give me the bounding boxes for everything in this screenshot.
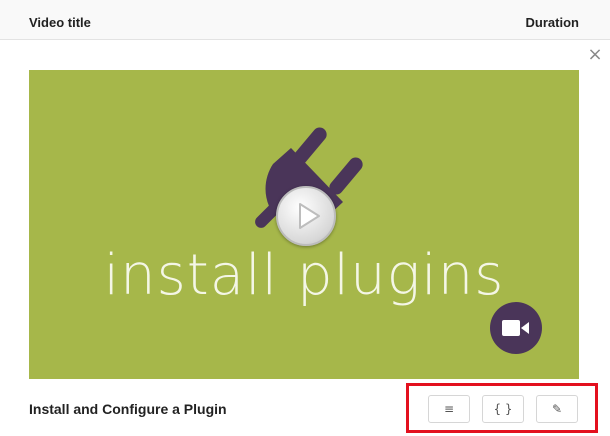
column-header-duration: Duration: [525, 15, 579, 30]
close-icon[interactable]: ×: [586, 46, 604, 64]
list-icon: ≡: [443, 402, 455, 416]
video-badge: [490, 302, 542, 354]
thumbnail-caption: install plugins: [103, 243, 505, 308]
column-header-video-title: Video title: [29, 15, 91, 30]
table-header: Video title Duration: [0, 0, 610, 40]
video-thumbnail[interactable]: install plugins: [29, 70, 579, 379]
play-icon: [299, 203, 320, 229]
edit-button[interactable]: ✎: [536, 395, 578, 423]
code-icon: { }: [493, 402, 513, 416]
pencil-icon: ✎: [551, 402, 563, 416]
video-title: Install and Configure a Plugin: [29, 401, 227, 417]
list-button[interactable]: ≡: [428, 395, 470, 423]
play-button[interactable]: [276, 186, 336, 246]
embed-code-button[interactable]: { }: [482, 395, 524, 423]
video-camera-icon: [502, 320, 529, 336]
